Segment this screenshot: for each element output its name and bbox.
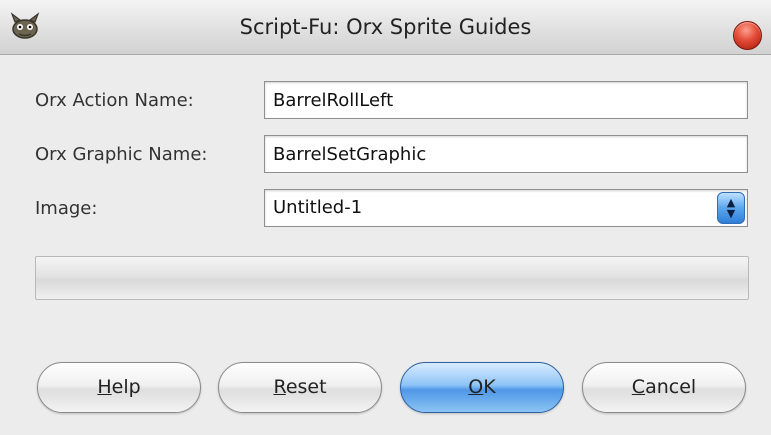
window-title: Script-Fu: Orx Sprite Guides xyxy=(239,15,532,39)
action-name-field[interactable] xyxy=(264,81,748,119)
image-select[interactable]: Untitled-1 ▲ ▼ xyxy=(264,189,748,227)
cancel-button[interactable]: Cancel xyxy=(582,362,746,413)
title-bar: Script-Fu: Orx Sprite Guides xyxy=(0,0,771,55)
close-icon[interactable] xyxy=(733,21,762,50)
updown-arrows-icon[interactable]: ▲ ▼ xyxy=(717,192,745,224)
action-name-input[interactable] xyxy=(273,82,733,118)
help-button[interactable]: Help xyxy=(37,362,201,413)
ok-button[interactable]: OK xyxy=(400,362,564,413)
action-name-label: Orx Action Name: xyxy=(35,90,194,111)
progress-bar xyxy=(35,256,749,300)
reset-button[interactable]: Reset xyxy=(218,362,382,413)
image-selected-value: Untitled-1 xyxy=(273,197,363,218)
graphic-name-input[interactable] xyxy=(273,136,733,172)
graphic-name-field[interactable] xyxy=(264,135,748,173)
graphic-name-label: Orx Graphic Name: xyxy=(35,144,208,165)
image-label: Image: xyxy=(35,198,98,219)
